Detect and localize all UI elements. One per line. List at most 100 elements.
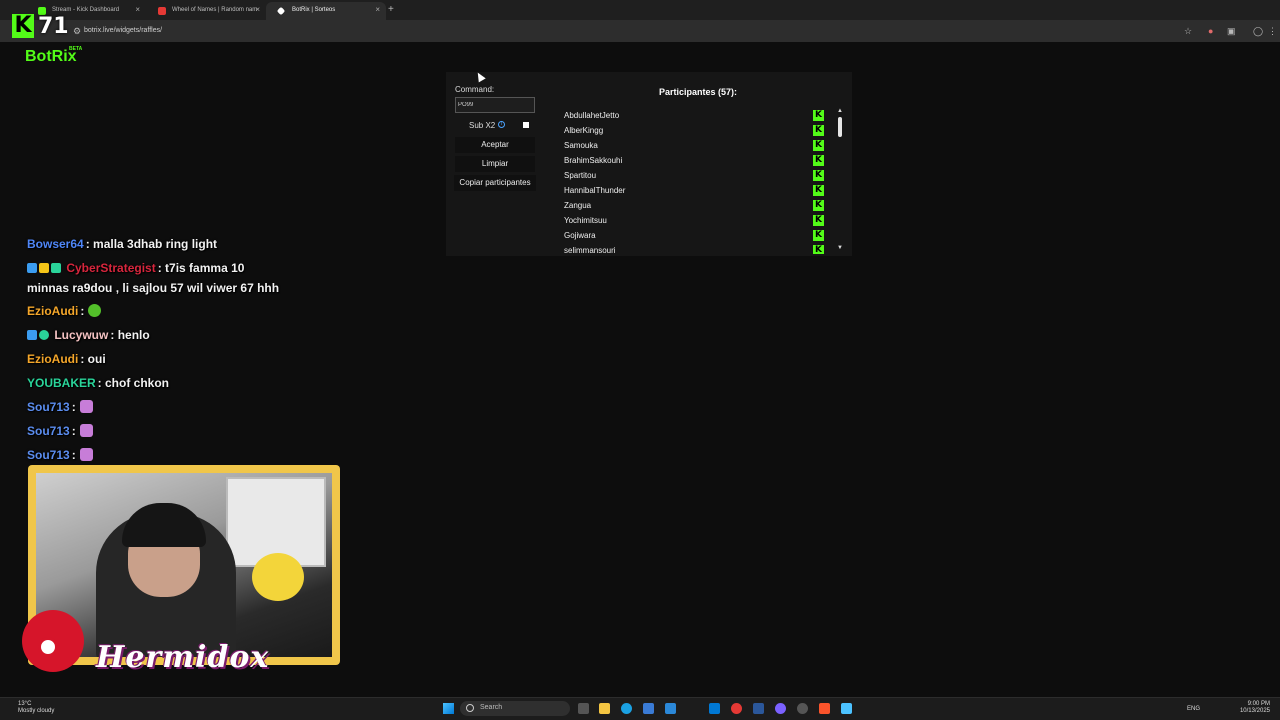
participant-row: AlberKingg K [553, 123, 833, 138]
kick-platform-icon: K [813, 185, 824, 196]
chat-text: minnas ra9dou , li sajlou 57 wil viwer 6… [27, 281, 280, 295]
weather-desc: Mostly cloudy [18, 708, 55, 714]
wheel-favicon-icon [158, 7, 166, 15]
chat-text: : oui [80, 352, 106, 366]
clock[interactable]: 9:00 PM 10/13/2025 [1240, 701, 1270, 715]
scrollbar-thumb[interactable] [838, 117, 842, 137]
close-tab-icon[interactable]: × [255, 5, 260, 14]
close-tab-icon[interactable]: × [375, 5, 380, 14]
verified-badge-icon [27, 330, 37, 340]
weather-widget[interactable]: 13°C Mostly cloudy [18, 701, 54, 715]
brave-icon[interactable] [819, 703, 830, 714]
participant-name: Gojiwara [564, 231, 596, 240]
extension-icon[interactable]: ● [1208, 26, 1213, 36]
chat-text: : chof chkon [97, 376, 170, 390]
word-icon[interactable] [753, 703, 764, 714]
sub-x2-checkbox[interactable] [523, 122, 529, 128]
notepad-icon[interactable] [841, 703, 852, 714]
chat-message: Sou713: [27, 400, 93, 414]
windows-taskbar: 13°C Mostly cloudy Search ENG 9:00 PM 10… [0, 697, 1280, 720]
participant-name: AbdullahetJetto [564, 111, 620, 120]
edge-icon[interactable] [621, 703, 632, 714]
chat-message: EzioAudi: oui [27, 352, 106, 366]
participants-list[interactable]: AbdullahetJetto K AlberKingg K Samouka K Brahi… [553, 108, 833, 254]
clear-button[interactable]: Limpiar [455, 156, 535, 172]
obs-icon[interactable] [797, 703, 808, 714]
extensions-puzzle-icon[interactable]: ▣ [1227, 26, 1236, 37]
chat-message: Lucywuw: henlo [27, 328, 150, 342]
chat-message: EzioAudi: [27, 304, 102, 318]
app-icon[interactable] [709, 703, 720, 714]
copy-participants-button[interactable]: Copiar participantes [454, 175, 536, 191]
app-icon[interactable] [665, 703, 676, 714]
tab-botrix-sorteos[interactable]: BotRix | Sorteos × [266, 2, 386, 20]
kick-platform-icon: K [813, 125, 824, 136]
viewer-count: 71 [38, 13, 69, 39]
streamer-hat [122, 503, 206, 547]
streamer-name-logo: Hermidox [96, 640, 270, 675]
chat-text: : [71, 448, 76, 462]
profile-icon[interactable]: ◯ [1253, 26, 1263, 37]
file-explorer-icon[interactable] [599, 703, 610, 714]
kick-platform-icon: K [813, 230, 824, 241]
kick-platform-icon: K [813, 110, 824, 121]
chat-username: CyberStrategist [66, 261, 156, 275]
participant-row: Spartitou K [553, 168, 833, 183]
taskbar-search[interactable]: Search [460, 701, 570, 716]
participant-row: Yochimitsuu K [553, 213, 833, 228]
address-bar: ⚙ botrix.live/widgets/raffles/ ☆ ● ▣ ◯ ⋮ [0, 20, 1280, 42]
participant-name: Yochimitsuu [564, 216, 607, 225]
participant-row: Samouka K [553, 138, 833, 153]
weather-temp: 13°C [18, 701, 32, 707]
menu-icon[interactable]: ⋮ [1268, 26, 1277, 37]
chat-message: CyberStrategist: t7is famma 10 [27, 261, 244, 275]
bookmark-star-icon[interactable]: ☆ [1184, 26, 1192, 37]
participant-name: HannibalThunder [564, 186, 626, 195]
tab-wheel-of-names[interactable]: Wheel of Names | Random nam × [146, 2, 266, 20]
chat-text: : [71, 400, 76, 414]
chrome-icon[interactable] [731, 703, 742, 714]
beta-tag: BETA [69, 46, 83, 52]
task-view-icon[interactable] [578, 703, 589, 714]
language-indicator[interactable]: ENG [1187, 706, 1200, 712]
chat-message: Bowser64: malla 3dhab ring light [27, 237, 217, 251]
messenger-icon[interactable] [775, 703, 786, 714]
participant-row: AbdullahetJetto K [553, 108, 833, 123]
kick-platform-icon: K [813, 140, 824, 151]
windows-start-icon[interactable] [443, 703, 454, 714]
chat-username: EzioAudi [27, 304, 79, 318]
chat-text: : [71, 424, 76, 438]
botrix-favicon-icon [276, 6, 286, 16]
chat-message: Sou713: [27, 448, 93, 462]
tab-title: Wheel of Names | Random nam [172, 7, 258, 13]
kick-platform-icon: K [813, 245, 824, 254]
chat-text: : malla 3dhab ring light [85, 237, 218, 251]
store-icon[interactable] [643, 703, 654, 714]
participant-name: Samouka [564, 141, 598, 150]
crown-badge-icon [39, 263, 49, 273]
kick-viewer-badge: K 71 [12, 12, 69, 40]
scroll-down-arrow-icon[interactable]: ▼ [837, 245, 843, 251]
participant-row: selimmansouri K [553, 243, 833, 254]
info-icon[interactable]: i [498, 121, 505, 128]
new-tab-button[interactable]: + [388, 4, 394, 15]
chat-username: Sou713 [27, 448, 70, 462]
command-input[interactable] [455, 97, 535, 113]
close-tab-icon[interactable]: × [135, 5, 140, 14]
chat-message: Sou713: [27, 424, 93, 438]
participant-row: Gojiwara K [553, 228, 833, 243]
url-field[interactable]: botrix.live/widgets/raffles/ [84, 27, 162, 34]
browser-tab-bar: Stream - Kick Dashboard × Wheel of Names… [0, 0, 1280, 20]
scroll-up-arrow-icon[interactable]: ▲ [837, 108, 843, 114]
pikachu-plush [252, 553, 304, 601]
chat-username: Lucywuw [54, 328, 109, 342]
chat-text: : henlo [110, 328, 150, 342]
chat-username: EzioAudi [27, 352, 79, 366]
pink-emote-icon [79, 424, 93, 437]
accept-button[interactable]: Aceptar [455, 137, 535, 153]
site-info-icon[interactable]: ⚙ [73, 26, 81, 37]
participants-title: Participantes (57): [659, 87, 738, 97]
kick-platform-icon: K [813, 170, 824, 181]
pink-emote-icon [79, 400, 93, 413]
kick-logo-icon: K [12, 14, 34, 38]
